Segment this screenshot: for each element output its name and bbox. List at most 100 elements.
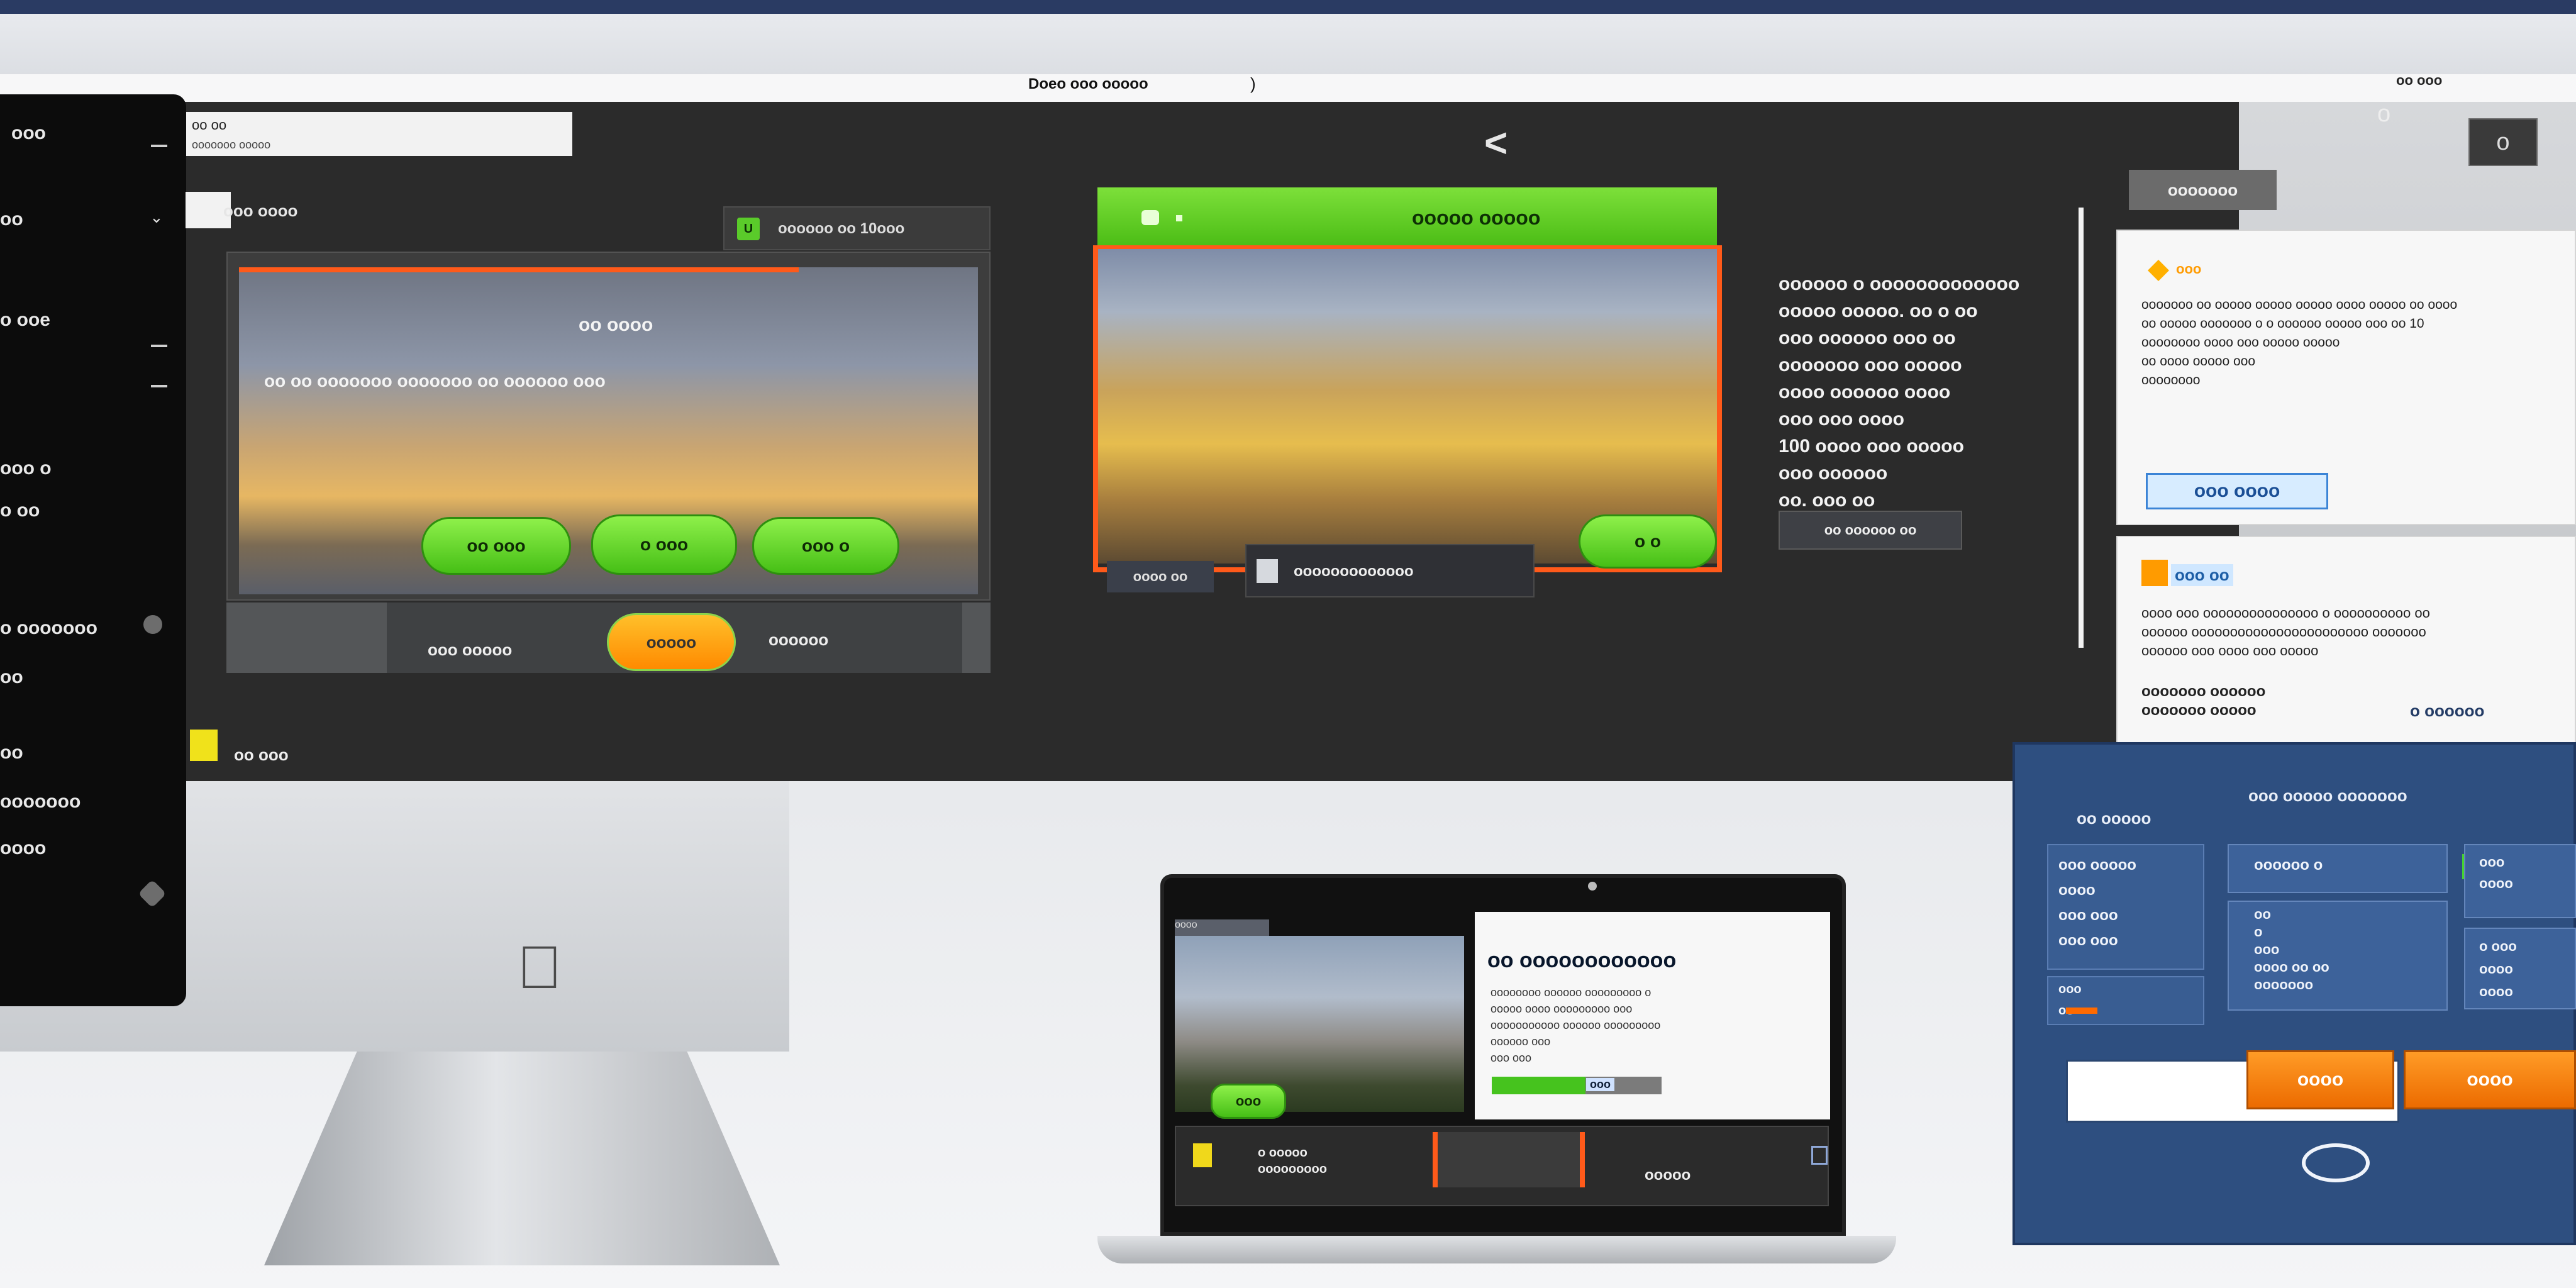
sidebar-item[interactable]: o ooe — [0, 309, 50, 331]
dialog-mid-field[interactable]: oooooo o — [2228, 844, 2448, 893]
laptop-tab[interactable]: oooo — [1175, 919, 1269, 936]
info-panel-1-body: ooooooo oo ooooo ooooo ooooo oooo ooooo … — [2141, 296, 2569, 390]
dialog-button-1[interactable]: oooo — [2246, 1050, 2394, 1109]
bottom-label: oo ooo — [234, 745, 289, 764]
circle-icon[interactable]: o — [2377, 101, 2390, 128]
laptop-bottom-label: ooooo — [1645, 1167, 1691, 1184]
description-line: ooo oooooo — [1779, 463, 1888, 484]
laptop-bottom-line: ooooooooo — [1258, 1162, 1327, 1176]
laptop-panel-line: ooooo oooo ooooooooo ooo — [1491, 1002, 1633, 1015]
progress-label: ooo — [1586, 1078, 1614, 1091]
page-tab[interactable]: oo oo ooooooo ooooo — [186, 112, 572, 156]
window-menu-button[interactable]: o — [2468, 118, 2538, 166]
center-bar-text: ooooooooooooo — [1294, 563, 1414, 580]
sidebar-item[interactable]: oooo — [0, 838, 46, 859]
laptop-green-button[interactable]: ooo — [1211, 1084, 1286, 1119]
left-card-button-2[interactable]: o ooo — [591, 514, 737, 575]
dialog-right-item[interactable]: o ooo — [2479, 935, 2561, 958]
dot-icon — [1176, 215, 1182, 221]
center-bar-item[interactable]: ooooooooooooo — [1245, 544, 1535, 597]
left-card-subtitle: oo oo ooooooo ooooooo oo oooooo ooo — [264, 371, 606, 391]
dialog-right-item[interactable]: oooo — [2479, 958, 2561, 980]
panel-badge: ooooooo — [2129, 170, 2277, 210]
card-badge-icon: U — [737, 218, 760, 240]
info-panel-line: oooooo ooo oooo ooo ooooo — [2141, 643, 2319, 658]
dialog-mid-item[interactable]: oo — [2254, 906, 2421, 923]
description-line: ooooooo ooo ooooo — [1779, 355, 1962, 375]
dialog-small-item: ooo — [2058, 982, 2082, 996]
sidebar-item[interactable]: ooooooo — [0, 791, 80, 813]
chevron-down-icon[interactable]: ⌄ — [150, 208, 164, 227]
laptop-bottom-card[interactable] — [1433, 1132, 1585, 1187]
back-chevron-icon[interactable]: < — [1484, 119, 1507, 166]
top-accent-bar — [0, 0, 2576, 14]
dialog-button-2[interactable]: oooo — [2404, 1050, 2576, 1109]
dialog-mid-item[interactable]: ooooooo — [2254, 976, 2421, 994]
address-bar[interactable] — [0, 74, 2576, 104]
progress-fill — [1492, 1077, 1585, 1094]
info-panel-2-footer: ooooooo oooooo ooooooo ooooo — [2141, 682, 2265, 720]
info-panel-line: oooooooo — [2141, 373, 2201, 387]
dialog-right-item[interactable]: oooo — [2479, 980, 2561, 1003]
dialog-list-item[interactable]: ooo ooooo — [2058, 853, 2193, 878]
description-button[interactable]: oo oooooo oo — [1779, 511, 1962, 550]
laptop-panel-line: ooo ooo — [1491, 1052, 1532, 1064]
description-line: 100 oooo ooo ooooo — [1779, 436, 1964, 457]
address-caret: ) — [1250, 74, 1256, 93]
left-card-toggle[interactable]: ooooo — [607, 613, 736, 671]
left-card-button-1[interactable]: oo ooo — [421, 517, 571, 575]
description-line: oooooo o ooooooooooooo — [1779, 274, 2020, 294]
dialog-mid-item[interactable]: o — [2254, 923, 2421, 941]
sidebar-item[interactable]: ooo — [11, 123, 46, 144]
dialog-list-item[interactable]: ooo ooo — [2058, 928, 2193, 953]
info-panel-line: oo oooo ooooo ooo — [2141, 354, 2256, 369]
page-tab-label: oo oo — [192, 117, 227, 133]
dialog-list-item[interactable]: oooo — [2058, 878, 2193, 903]
dialog-mid-list: oo o ooo oooo oo oo ooooooo — [2228, 901, 2448, 1011]
info-panel-2-field[interactable]: o oooooo — [2410, 701, 2484, 721]
info-panel-2-body: oooo ooo ooooooooooooooo o oooooooooo oo… — [2141, 604, 2569, 660]
monitor-stand — [264, 1052, 780, 1265]
left-card-button-3[interactable]: ooo o — [752, 517, 899, 575]
info-panel-2-footer-left: ooooooo oooooo — [2141, 683, 2266, 700]
ring-icon[interactable] — [2302, 1143, 2370, 1182]
dialog-mid-item[interactable]: oooo oo oo — [2254, 958, 2421, 976]
page-tab-sublabel: ooooooo ooooo — [192, 138, 271, 151]
info-panel-1-button[interactable]: ooo oooo — [2146, 473, 2328, 509]
sidebar-item[interactable]: oo — [0, 667, 23, 688]
grid-icon[interactable] — [1811, 1146, 1828, 1165]
dialog-title: ooo ooooo ooooooo — [2248, 786, 2407, 805]
laptop-bottom-text: o ooooo ooooooooo — [1258, 1145, 1327, 1177]
sidebar-item[interactable]: o oo — [0, 500, 40, 521]
laptop-panel-body: oooooooo oooooo ooooooooo o ooooo oooo o… — [1491, 984, 1818, 1066]
info-panel-line: ooooooo oo ooooo ooooo ooooo oooo ooooo … — [2141, 297, 2458, 312]
dialog-mid-item[interactable]: ooo — [2254, 941, 2421, 958]
dialog-left-heading: oo ooooo — [2077, 809, 2151, 828]
left-card-title: oo oooo — [579, 314, 653, 335]
left-card-header[interactable]: U oooooo oo 10ooo — [723, 206, 991, 250]
dialog-left-small: ooo oo — [2047, 976, 2204, 1025]
left-sidebar — [0, 94, 186, 1006]
description-line: ooo oooooo ooo oo — [1779, 328, 1956, 348]
laptop-base — [1097, 1236, 1896, 1263]
description-line: ooo ooo oooo — [1779, 409, 1904, 430]
description-line: ooooo ooooo. oo o oo — [1779, 301, 1978, 321]
center-card-title: ooooo ooooo — [1412, 206, 1541, 229]
dialog-right-panel-2: o ooo oooo oooo — [2464, 928, 2576, 1009]
sidebar-item[interactable]: oo — [0, 209, 23, 230]
sidebar-item[interactable]: ooo o — [0, 458, 52, 479]
center-card-button[interactable]: o o — [1579, 514, 1717, 569]
dialog-list-item[interactable]: ooo ooo — [2058, 903, 2193, 928]
info-panel-line: oooooooo oooo ooo ooooo ooooo — [2141, 335, 2340, 350]
left-card-accent-line — [239, 267, 799, 272]
laptop-bottom-line: o ooooo — [1258, 1146, 1307, 1160]
address-bar-text[interactable]: Doeo ooo ooooo — [1028, 75, 1148, 93]
radio-icon[interactable] — [143, 615, 162, 634]
sidebar-item[interactable]: oo — [0, 742, 23, 763]
left-card-header-label: oooooo oo 10ooo — [778, 220, 905, 237]
document-icon — [1257, 559, 1278, 583]
sidebar-item[interactable]: o ooooooo — [0, 618, 97, 639]
dialog-right-item[interactable]: oooo — [2479, 873, 2561, 894]
dialog-right-item[interactable]: ooo — [2479, 852, 2561, 873]
section-title: ooo oooo — [223, 201, 298, 220]
